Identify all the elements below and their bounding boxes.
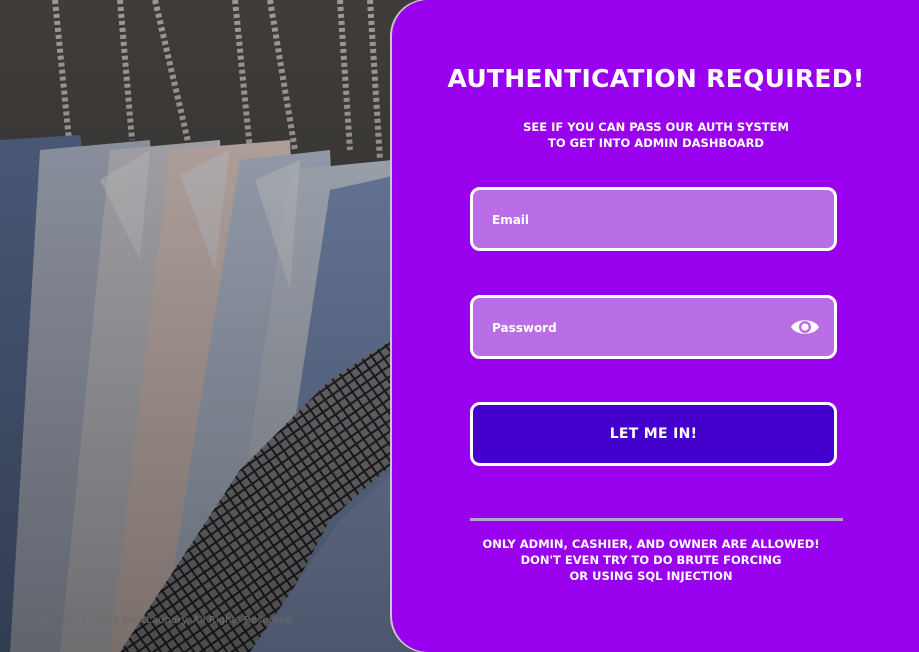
copyright-text: Copyright © 2023 NextLaundry. All Rights…	[27, 615, 295, 626]
page-title: AUTHENTICATION REQUIRED!	[447, 64, 865, 93]
login-subtitle: SEE IF YOU CAN PASS OUR AUTH SYSTEM TO G…	[392, 119, 919, 151]
access-notice: ONLY ADMIN, CASHIER, AND OWNER ARE ALLOW…	[392, 536, 910, 584]
login-submit-button[interactable]: LET ME IN!	[470, 402, 837, 466]
divider	[470, 518, 843, 521]
notice-line-1: ONLY ADMIN, CASHIER, AND OWNER ARE ALLOW…	[482, 537, 820, 551]
notice-line-3: OR USING SQL INJECTION	[569, 569, 733, 583]
password-field[interactable]	[490, 298, 784, 358]
subtitle-line-1: SEE IF YOU CAN PASS OUR AUTH SYSTEM	[523, 120, 789, 134]
email-field[interactable]	[490, 190, 784, 250]
password-field-box[interactable]	[470, 295, 837, 359]
subtitle-line-2: TO GET INTO ADMIN DASHBOARD	[548, 136, 764, 150]
notice-line-2: DON'T EVEN TRY TO DO BRUTE FORCING	[520, 553, 782, 567]
background-photo-shirts	[0, 0, 430, 652]
eye-icon[interactable]	[790, 316, 820, 338]
login-page: Copyright © 2023 NextLaundry. All Rights…	[0, 0, 919, 652]
login-panel: AUTHENTICATION REQUIRED! SEE IF YOU CAN …	[392, 0, 919, 652]
email-field-box[interactable]	[470, 187, 837, 251]
